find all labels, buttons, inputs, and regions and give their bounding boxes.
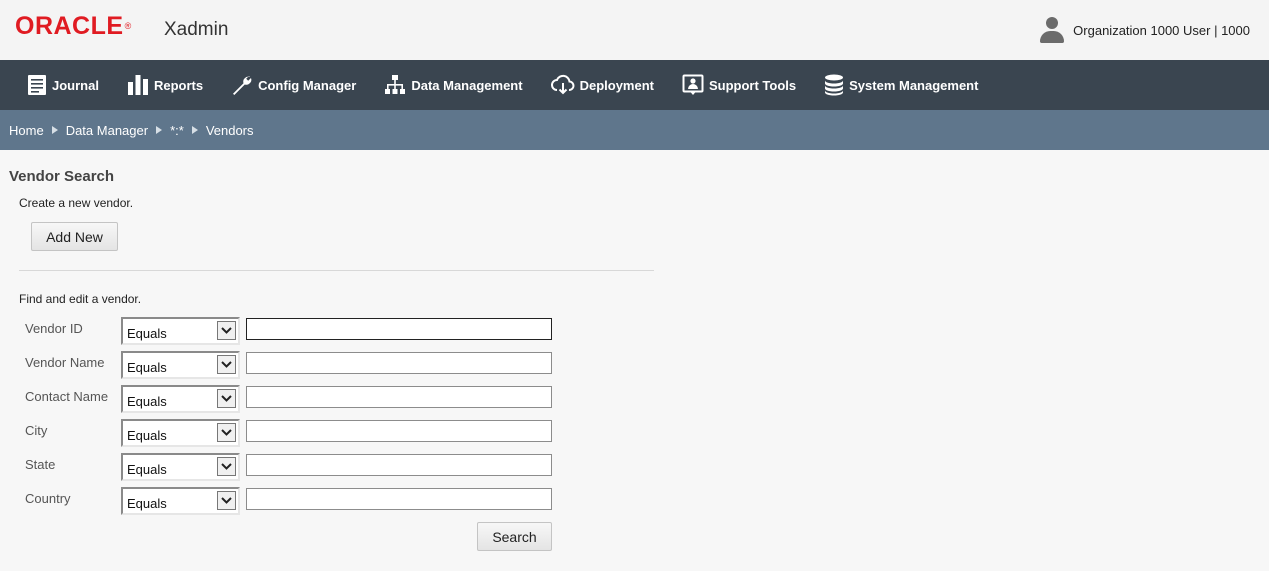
nav-label-config-manager: Config Manager: [258, 77, 357, 93]
journal-icon: [28, 75, 46, 95]
operator-value: Equals: [127, 326, 167, 341]
breadcrumb-wildcard[interactable]: *:*: [170, 123, 184, 138]
bar-chart-icon: [127, 75, 148, 95]
operator-value: Equals: [127, 496, 167, 511]
breadcrumb: Home Data Manager *:* Vendors: [0, 110, 1269, 150]
nav-label-data-management: Data Management: [411, 77, 523, 93]
user-avatar-icon: [1039, 17, 1065, 43]
brand-text: ORACLE: [15, 12, 124, 40]
cloud-download-icon: [550, 74, 575, 95]
filter-label: City: [25, 423, 48, 438]
nav-label-deployment: Deployment: [579, 77, 654, 93]
filter-label: Vendor ID: [25, 321, 83, 336]
filter-row-city: City Equals: [25, 419, 555, 451]
brand-registered-mark: ®: [124, 21, 132, 31]
chevron-down-icon: [217, 491, 236, 510]
filter-value-input[interactable]: [246, 420, 552, 442]
filter-row-vendor-name: Vendor Name Equals: [25, 351, 555, 383]
filter-row-contact-name: Contact Name Equals: [25, 385, 555, 417]
filter-value-input[interactable]: [246, 454, 552, 476]
database-icon: [825, 74, 844, 96]
chevron-down-icon: [217, 389, 236, 408]
user-menu[interactable]: Organization 1000 User | 1000: [1039, 17, 1250, 43]
operator-select[interactable]: Equals: [121, 317, 240, 345]
breadcrumb-data-manager[interactable]: Data Manager: [66, 123, 148, 138]
nav-label-reports: Reports: [153, 77, 204, 93]
operator-select[interactable]: Equals: [121, 351, 240, 379]
add-new-button[interactable]: Add New: [31, 222, 118, 251]
filter-row-state: State Equals: [25, 453, 555, 485]
search-button[interactable]: Search: [477, 522, 552, 551]
nav-deployment[interactable]: Deployment: [550, 60, 654, 110]
hierarchy-icon: [385, 75, 406, 94]
operator-select[interactable]: Equals: [121, 419, 240, 447]
filter-row-vendor-id: Vendor ID Equals: [25, 317, 555, 349]
create-vendor-text: Create a new vendor.: [19, 196, 134, 210]
filter-label: Country: [25, 491, 71, 506]
operator-select[interactable]: Equals: [121, 487, 240, 515]
operator-value: Equals: [127, 462, 167, 477]
operator-select[interactable]: Equals: [121, 453, 240, 481]
filter-value-input[interactable]: [246, 352, 552, 374]
main-nav: Journal Reports Config Manager Data Mana…: [0, 60, 1269, 110]
nav-support-tools[interactable]: Support Tools: [682, 60, 796, 110]
operator-value: Equals: [127, 360, 167, 375]
filter-value-input[interactable]: [246, 318, 552, 340]
wrench-icon: [233, 76, 252, 95]
filter-row-country: Country Equals: [25, 487, 555, 519]
find-vendor-text: Find and edit a vendor.: [19, 292, 142, 306]
chevron-down-icon: [217, 423, 236, 442]
nav-label-support-tools: Support Tools: [708, 77, 797, 93]
user-label: Organization 1000 User | 1000: [1073, 22, 1250, 38]
breadcrumb-separator-icon: [156, 126, 163, 134]
nav-label-system-management: System Management: [849, 77, 979, 93]
operator-select[interactable]: Equals: [121, 385, 240, 413]
app-name: Xadmin: [164, 19, 229, 40]
chevron-down-icon: [217, 457, 236, 476]
nav-label-journal: Journal: [52, 77, 99, 93]
operator-value: Equals: [127, 428, 167, 443]
breadcrumb-separator-icon: [51, 126, 58, 134]
nav-config-manager[interactable]: Config Manager: [231, 60, 356, 110]
nav-data-management[interactable]: Data Management: [384, 60, 523, 110]
oracle-logo[interactable]: ORACLE®: [15, 14, 132, 39]
filter-value-input[interactable]: [246, 488, 552, 510]
filter-value-input[interactable]: [246, 386, 552, 408]
nav-journal[interactable]: Journal: [27, 60, 99, 110]
chevron-down-icon: [217, 321, 236, 340]
filter-label: Vendor Name: [25, 355, 105, 370]
app-header: ORACLE® Xadmin Organization 1000 User | …: [0, 0, 1269, 60]
nav-system-management[interactable]: System Management: [824, 60, 978, 110]
support-person-icon: [682, 74, 704, 95]
breadcrumb-home[interactable]: Home: [9, 123, 44, 138]
nav-reports[interactable]: Reports: [127, 60, 203, 110]
chevron-down-icon: [217, 355, 236, 374]
filter-label: Contact Name: [25, 389, 109, 404]
filter-label: State: [25, 457, 56, 472]
operator-value: Equals: [127, 394, 167, 409]
breadcrumb-separator-icon: [191, 126, 198, 134]
section-divider: [19, 270, 654, 271]
page-title: Vendor Search: [9, 168, 115, 185]
breadcrumb-vendors: Vendors: [205, 122, 254, 138]
